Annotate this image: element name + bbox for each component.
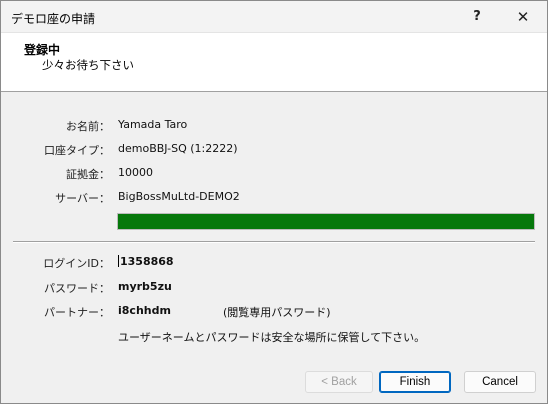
account-type-label: 口座タイプ： [44,144,110,157]
window-title: デモロ座の申請 [11,12,96,26]
partner-note: (閲覧専用パスワード) [223,306,331,319]
help-icon: ? [473,9,481,24]
password-label: パスワード： [44,282,110,295]
partner-value[interactable]: i8chhdm [118,304,171,317]
deposit-value: 10000 [118,166,153,179]
close-icon: ✕ [516,7,530,26]
name-label: お名前： [66,120,110,133]
deposit-label: 証拠金： [66,168,110,181]
text-caret [118,255,119,267]
header-title: 登録中 [24,43,61,57]
login-id-field[interactable]: 1358868 [118,255,174,268]
password-value[interactable]: myrb5zu [118,280,172,293]
close-button[interactable]: ✕ [500,1,546,32]
server-label: サーバー： [55,192,110,205]
title-bar: デモロ座の申請 ? ✕ [1,1,547,33]
login-id-label: ログインID： [43,257,110,270]
dialog-header: 登録中 少々お待ち下さい [1,33,547,92]
registration-dialog: デモロ座の申請 ? ✕ 登録中 少々お待ち下さい お名前： Yamada Tar… [0,0,548,404]
finish-button[interactable]: Finish [379,371,451,393]
header-subtitle: 少々お待ち下さい [42,58,134,72]
back-button[interactable]: < Back [305,371,373,393]
login-id-value: 1358868 [120,255,174,268]
help-button[interactable]: ? [454,1,500,32]
server-value: BigBossMuLtd-DEMO2 [118,190,240,203]
separator [13,241,535,243]
name-value: Yamada Taro [118,118,188,131]
storage-notice: ユーザーネームとパスワードは安全な場所に保管して下さい。 [118,331,426,344]
cancel-button[interactable]: Cancel [464,371,536,393]
account-type-value: demoBBJ-SQ (1:2222) [118,142,238,155]
progress-fill [118,214,534,229]
registration-progress-bar [117,213,535,230]
partner-label: パートナー： [44,306,110,319]
